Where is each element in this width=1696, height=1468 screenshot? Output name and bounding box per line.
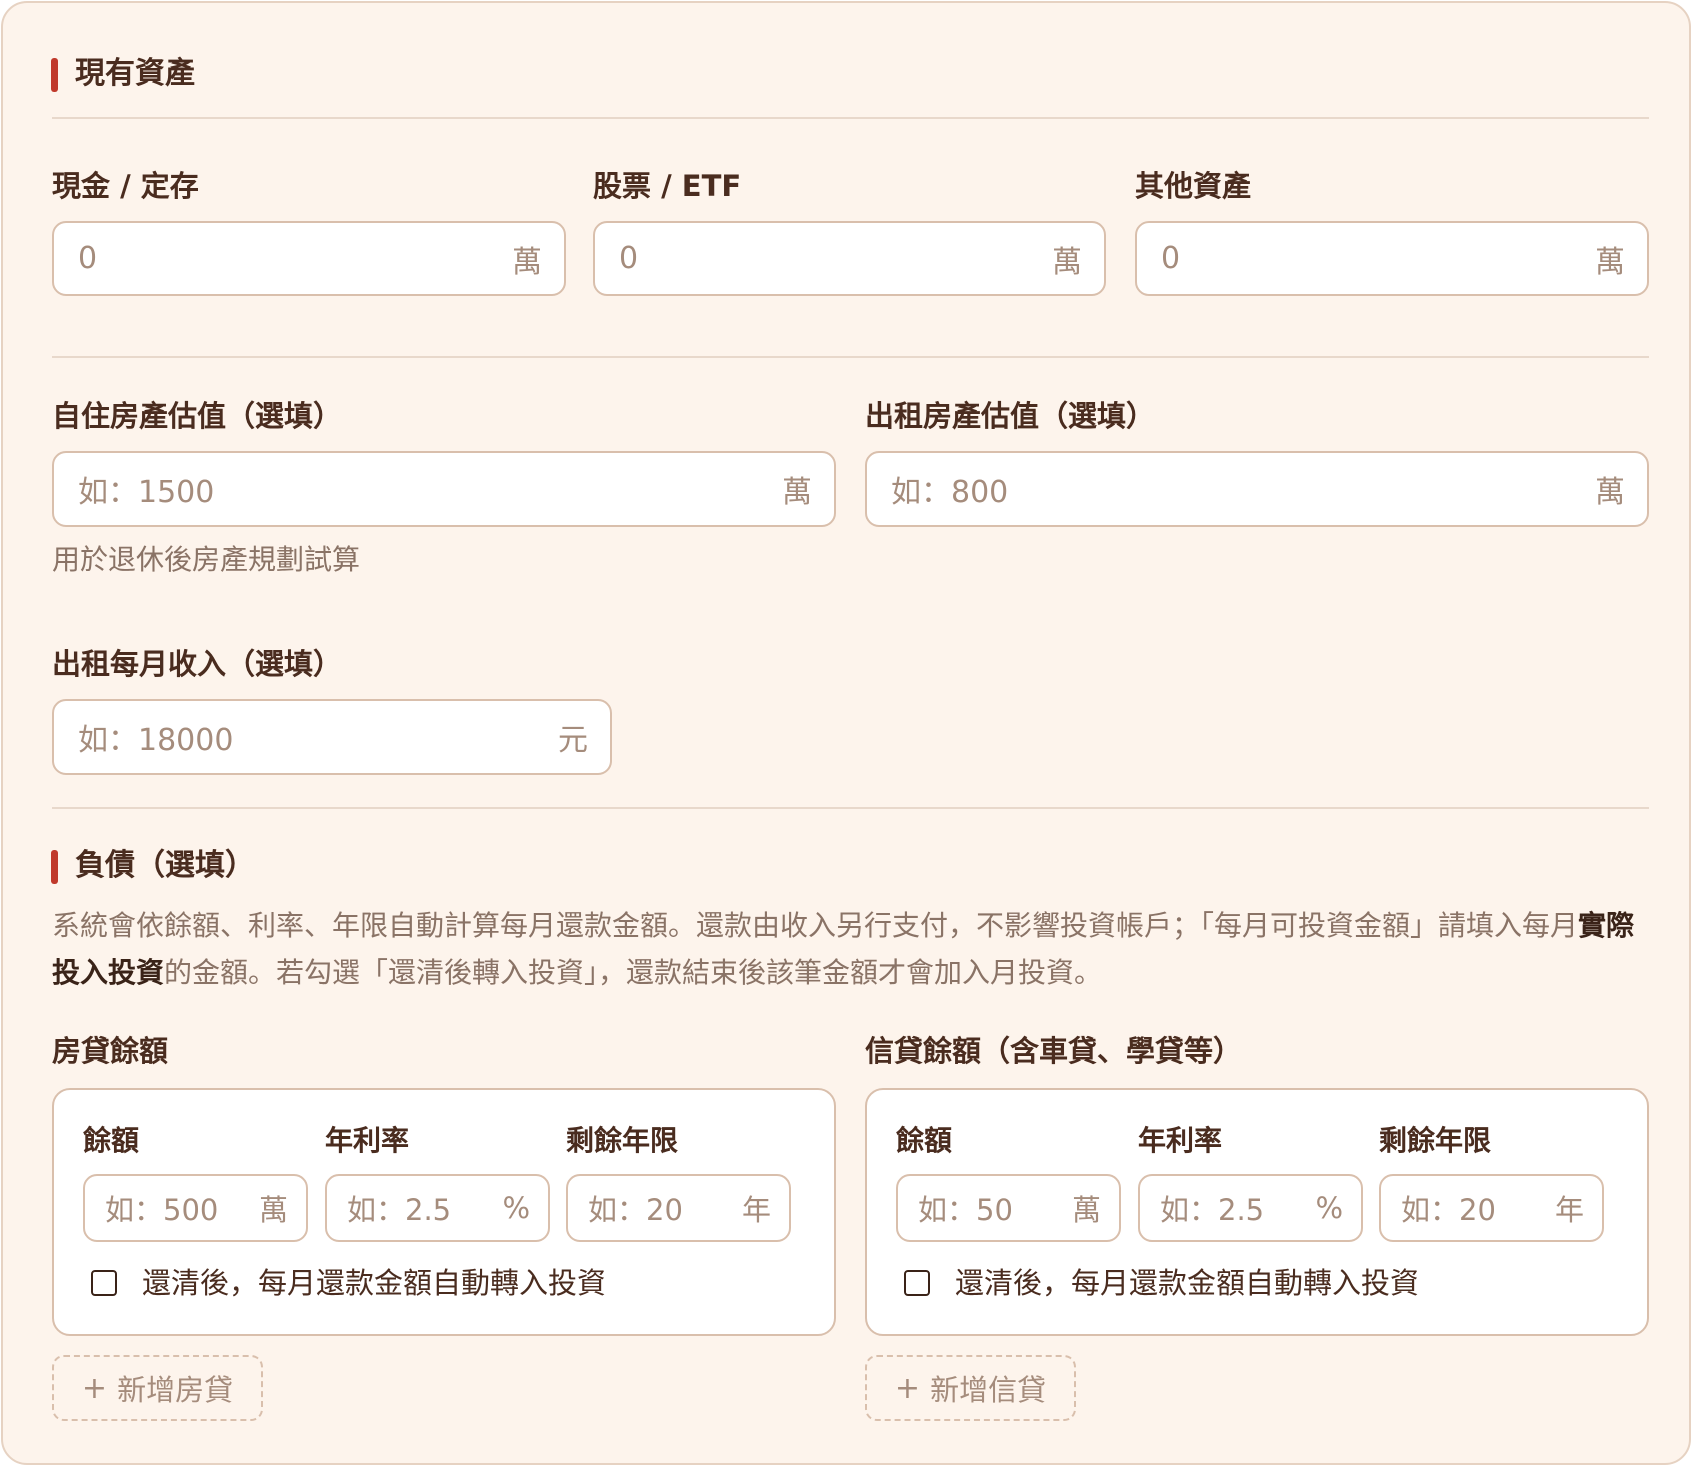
stocks-unit: 萬 — [1052, 244, 1082, 280]
divider — [52, 117, 1649, 119]
rental-value-placeholder: 如：800 — [891, 475, 1009, 510]
credit-years-label: 剩餘年限 — [1379, 1124, 1492, 1157]
credit-reinvest-checkbox[interactable] — [904, 1270, 930, 1296]
credit-rate-label: 年利率 — [1138, 1124, 1223, 1157]
mortgage-years-label: 剩餘年限 — [566, 1124, 679, 1157]
credit-reinvest-label[interactable]: 還清後，每月還款金額自動轉入投資 — [955, 1266, 1419, 1300]
mortgage-label: 房貸餘額 — [52, 1034, 169, 1068]
stocks-input[interactable]: 0 萬 — [593, 221, 1106, 296]
mortgage-years-unit: 年 — [741, 1193, 771, 1227]
mortgage-rate-label: 年利率 — [325, 1124, 410, 1157]
mortgage-entry: 餘額 年利率 剩餘年限 如：500 萬 如：2.5 % 如：20 年 還清後，每… — [52, 1088, 836, 1336]
mortgage-rate-placeholder: 如：2.5 — [347, 1193, 452, 1227]
mortgage-rate-unit: % — [502, 1191, 530, 1225]
home-value-unit: 萬 — [782, 475, 812, 510]
credit-rate-unit: % — [1315, 1191, 1343, 1225]
rental-value-unit: 萬 — [1595, 475, 1625, 510]
cash-value: 0 — [78, 241, 98, 276]
rental-value-input[interactable]: 如：800 萬 — [865, 451, 1649, 527]
desc-text-2: 的金額。若勾選「還清後轉入投資」，還款結束後該筆金額才會加入月投資。 — [164, 956, 1103, 989]
credit-loan-entry: 餘額 年利率 剩餘年限 如：50 萬 如：2.5 % 如：20 年 還清後，每月… — [865, 1088, 1649, 1336]
mortgage-balance-placeholder: 如：500 — [105, 1193, 219, 1227]
add-credit-loan-button[interactable]: + 新增信貸 — [865, 1355, 1076, 1421]
credit-years-input[interactable]: 如：20 年 — [1379, 1174, 1604, 1242]
cash-input[interactable]: 0 萬 — [52, 221, 566, 296]
cash-unit: 萬 — [512, 244, 542, 280]
rental-income-unit: 元 — [558, 723, 588, 758]
home-value-hint: 用於退休後房產規劃試算 — [52, 543, 361, 576]
desc-text-1: 系統會依餘額、利率、年限自動計算每月還款金額。還款由收入另行支付，不影響投資帳戶… — [52, 909, 1579, 942]
rental-income-placeholder: 如：18000 — [78, 723, 234, 758]
credit-rate-placeholder: 如：2.5 — [1160, 1193, 1265, 1227]
divider — [52, 807, 1649, 809]
mortgage-years-input[interactable]: 如：20 年 — [566, 1174, 791, 1242]
liabilities-description: 系統會依餘額、利率、年限自動計算每月還款金額。還款由收入另行支付，不影響投資帳戶… — [52, 902, 1652, 996]
divider — [52, 356, 1649, 358]
liabilities-section-title: 負債（選填） — [51, 848, 255, 884]
assets-section-title: 現有資產 — [51, 56, 195, 92]
rental-income-label: 出租每月收入（選填） — [52, 647, 343, 681]
cash-label: 現金 / 定存 — [52, 169, 199, 203]
liabilities-title-text: 負債（選填） — [75, 848, 255, 883]
mortgage-balance-label: 餘額 — [83, 1124, 140, 1157]
add-credit-loan-label: 新增信貸 — [930, 1373, 1047, 1407]
home-value-placeholder: 如：1500 — [78, 475, 215, 510]
credit-balance-label: 餘額 — [896, 1124, 953, 1157]
home-value-label: 自住房產估值（選填） — [52, 399, 343, 433]
mortgage-reinvest-checkbox[interactable] — [91, 1270, 117, 1296]
credit-years-placeholder: 如：20 — [1401, 1193, 1496, 1227]
mortgage-balance-unit: 萬 — [258, 1193, 288, 1227]
credit-balance-unit: 萬 — [1071, 1193, 1101, 1227]
credit-years-unit: 年 — [1554, 1193, 1584, 1227]
section-accent-bar — [51, 850, 58, 884]
add-mortgage-label: 新增房貸 — [117, 1373, 234, 1407]
other-assets-value: 0 — [1161, 241, 1181, 276]
mortgage-years-placeholder: 如：20 — [588, 1193, 683, 1227]
other-assets-unit: 萬 — [1595, 244, 1625, 280]
credit-rate-input[interactable]: 如：2.5 % — [1138, 1174, 1363, 1242]
home-value-input[interactable]: 如：1500 萬 — [52, 451, 836, 527]
credit-balance-placeholder: 如：50 — [918, 1193, 1013, 1227]
add-mortgage-button[interactable]: + 新增房貸 — [52, 1355, 263, 1421]
credit-loan-label: 信貸餘額（含車貸、學貸等） — [865, 1034, 1243, 1068]
mortgage-balance-input[interactable]: 如：500 萬 — [83, 1174, 308, 1242]
stocks-label: 股票 / ETF — [593, 169, 742, 203]
assets-title-text: 現有資產 — [75, 56, 195, 91]
form-card: 現有資產 現金 / 定存 股票 / ETF 其他資產 0 萬 0 萬 0 萬 自… — [1, 1, 1691, 1465]
other-assets-label: 其他資產 — [1135, 169, 1252, 203]
rental-income-input[interactable]: 如：18000 元 — [52, 699, 612, 775]
stocks-value: 0 — [619, 241, 639, 276]
rental-value-label: 出租房產估值（選填） — [865, 399, 1156, 433]
plus-icon: + — [81, 1370, 108, 1406]
mortgage-rate-input[interactable]: 如：2.5 % — [325, 1174, 550, 1242]
section-accent-bar — [51, 58, 58, 92]
other-assets-input[interactable]: 0 萬 — [1135, 221, 1649, 296]
mortgage-reinvest-label[interactable]: 還清後，每月還款金額自動轉入投資 — [142, 1266, 606, 1300]
credit-balance-input[interactable]: 如：50 萬 — [896, 1174, 1121, 1242]
plus-icon: + — [894, 1370, 921, 1406]
